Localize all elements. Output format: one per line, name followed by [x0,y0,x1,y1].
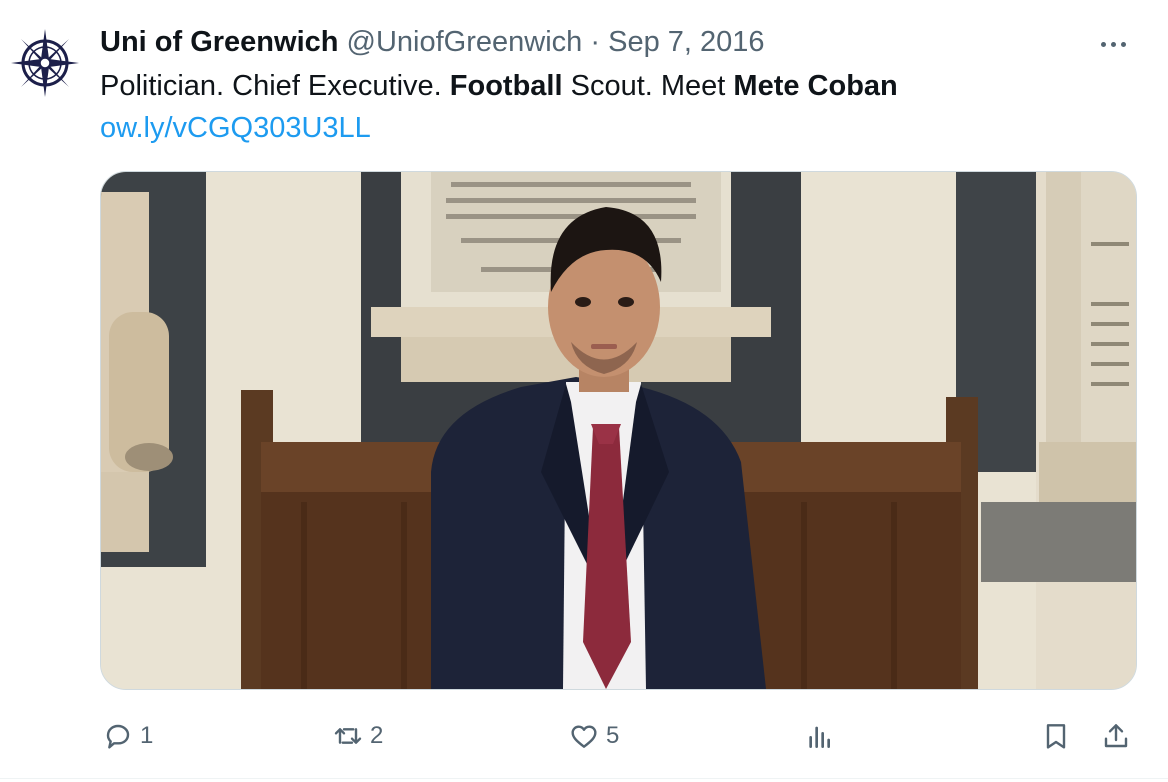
tweet-card[interactable]: Uni of Greenwich @UniofGreenwich · Sep 7… [0,0,1168,782]
like-count: 5 [606,722,620,749]
more-options-button[interactable] [1098,30,1128,58]
retweet-icon [334,728,362,744]
author-avatar[interactable] [10,28,80,98]
action-bar: 1 2 5 [0,710,1168,762]
text-part: Politician. Chief Executive. [100,70,450,102]
text-part: Scout. Meet [562,70,734,102]
separator-dot: · [590,26,601,58]
reply-icon [106,724,130,749]
text-part-bold: Mete Coban [733,70,898,102]
author-handle[interactable]: @UniofGreenwich [347,26,583,58]
bookmark-icon [1046,724,1066,749]
photo-illustration [101,172,1136,689]
views-icon [809,726,830,748]
views-button[interactable] [804,710,836,762]
reply-button[interactable]: 1 [102,710,153,762]
tweet-header: Uni of Greenwich @UniofGreenwich · Sep 7… [100,22,765,62]
retweet-count: 2 [370,722,384,749]
reply-count: 1 [140,722,154,749]
like-button[interactable]: 5 [568,710,619,762]
tweet-photo[interactable] [100,171,1137,690]
bookmark-button[interactable] [1040,710,1072,762]
text-part-bold: Football [449,70,563,102]
share-icon [1104,724,1128,748]
like-icon [571,725,597,748]
tweet-date[interactable]: Sep 7, 2016 [608,26,764,58]
retweet-button[interactable]: 2 [332,710,383,762]
share-button[interactable] [1100,710,1132,762]
author-name[interactable]: Uni of Greenwich [100,26,338,58]
compass-logo-icon [11,29,79,97]
divider [0,778,1168,779]
tweet-link[interactable]: ow.ly/vCGQ303U3LL [100,108,371,148]
tweet-text: Politician. Chief Executive. Football Sc… [100,66,898,106]
